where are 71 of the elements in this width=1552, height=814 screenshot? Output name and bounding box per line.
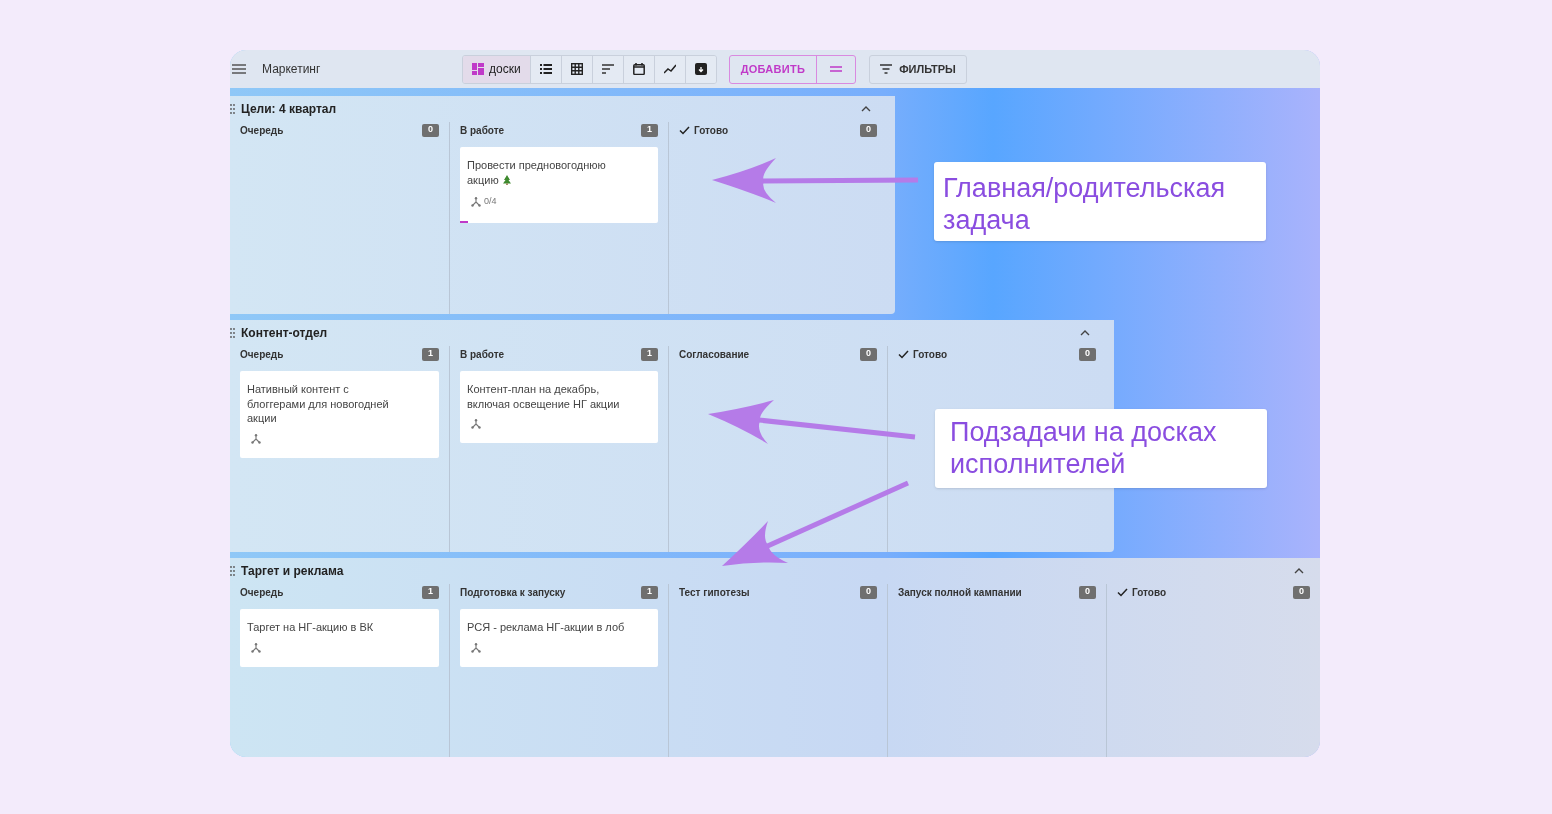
callout: Подзадачи на досках исполнителей bbox=[935, 409, 1267, 488]
archive-icon bbox=[694, 63, 707, 75]
count-badge: 1 bbox=[422, 585, 439, 599]
board-name: Контент-отдел bbox=[241, 325, 328, 342]
subtasks-icon bbox=[471, 642, 481, 653]
count-badge: 1 bbox=[422, 347, 439, 361]
column-title: Готово bbox=[913, 347, 948, 362]
view-calendar-button[interactable] bbox=[622, 55, 654, 83]
view-list-button[interactable] bbox=[529, 55, 561, 83]
view-boards-button[interactable]: доски bbox=[463, 55, 530, 83]
count-badge: 0 bbox=[1293, 585, 1310, 599]
count-badge: 1 bbox=[641, 585, 658, 599]
drag-handle-icon bbox=[230, 328, 235, 338]
collapse-chevron-icon[interactable] bbox=[1294, 568, 1304, 574]
subtasks-icon bbox=[251, 433, 261, 444]
view-grid-button[interactable] bbox=[560, 55, 592, 83]
filters-button[interactable]: ФИЛЬТРЫ bbox=[869, 54, 967, 84]
board-name: Таргет и реклама bbox=[241, 563, 344, 580]
subtasks-icon bbox=[251, 642, 261, 653]
drag-handle-icon bbox=[230, 566, 235, 576]
boards-icon bbox=[472, 63, 484, 75]
count-badge: 0 bbox=[860, 347, 877, 361]
task-card[interactable]: Таргет на НГ-акцию в ВК bbox=[240, 609, 439, 667]
view-archive-button[interactable] bbox=[684, 55, 716, 83]
column-title: Очередь bbox=[240, 123, 284, 138]
count-badge: 0 bbox=[422, 123, 439, 137]
task-text: Таргет на НГ-акцию в ВК bbox=[247, 621, 374, 633]
callout: Главная/родительская задача bbox=[934, 162, 1266, 241]
collapse-chevron-icon[interactable] bbox=[1080, 330, 1090, 336]
column-title: Готово bbox=[694, 123, 729, 138]
count-badge: 0 bbox=[1079, 585, 1096, 599]
board-title: Маркетинг bbox=[262, 61, 322, 78]
column-title: Согласование bbox=[679, 347, 750, 362]
count-badge: 0 bbox=[1079, 347, 1096, 361]
grid-icon bbox=[570, 63, 583, 75]
column-title: Готово bbox=[1132, 585, 1167, 600]
task-text: Провести предновогоднюю акцию bbox=[467, 159, 606, 186]
task-card[interactable]: РСЯ - реклама НГ-акции в лоб bbox=[460, 609, 658, 667]
sort-icon bbox=[601, 63, 614, 75]
subtask-count: 0/4 bbox=[484, 195, 497, 208]
line-chart-icon bbox=[663, 63, 676, 75]
subtasks-icon bbox=[471, 196, 481, 207]
count-badge: 1 bbox=[641, 123, 658, 137]
collapse-chevron-icon[interactable] bbox=[861, 106, 871, 112]
task-card[interactable]: Нативный контент с блоггерами для новогодней акции bbox=[240, 371, 439, 458]
column-title: Очередь bbox=[240, 347, 284, 362]
view-sort-button[interactable] bbox=[591, 55, 623, 83]
column-title: Подготовка к запуску bbox=[460, 585, 566, 600]
count-badge: 1 bbox=[641, 347, 658, 361]
equals-icon bbox=[830, 66, 843, 72]
count-badge: 0 bbox=[860, 123, 877, 137]
column-title: В работе bbox=[460, 347, 505, 362]
list-icon bbox=[539, 63, 552, 75]
filter-icon bbox=[880, 64, 893, 74]
column-title: Запуск полной кампании bbox=[898, 585, 1022, 600]
column-title: В работе bbox=[460, 123, 505, 138]
menu-icon[interactable] bbox=[232, 64, 246, 74]
task-card[interactable]: Провести предновогоднюю акцию 0/4 bbox=[460, 147, 658, 223]
column-title: Тест гипотезы bbox=[679, 585, 750, 600]
column-title: Очередь bbox=[240, 585, 284, 600]
drag-handle-icon bbox=[230, 104, 235, 114]
task-card[interactable]: Контент-план на декабрь, включая освещение НГ акции bbox=[460, 371, 658, 443]
view-line-chart-button[interactable] bbox=[653, 55, 685, 83]
board-name: Цели: 4 квартал bbox=[241, 101, 337, 118]
add-button[interactable]: ДОБАВИТЬ bbox=[729, 55, 817, 83]
count-badge: 0 bbox=[860, 585, 877, 599]
task-text: Нативный контент с блоггерами для новогодней акции bbox=[247, 383, 389, 424]
subtasks-icon bbox=[471, 419, 481, 429]
task-text: РСЯ - реклама НГ-акции в лоб bbox=[467, 621, 625, 633]
task-text: Контент-план на декабрь, включая освещение НГ акции bbox=[467, 383, 620, 410]
calendar-icon bbox=[632, 63, 645, 75]
